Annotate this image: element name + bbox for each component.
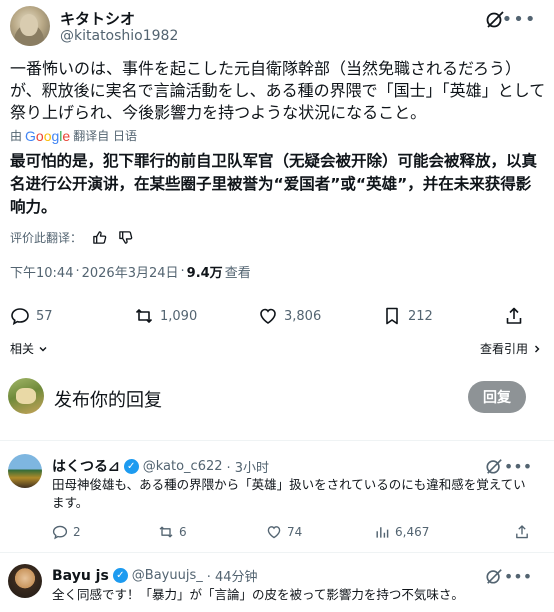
reply-text: 田母神俊雄も、ある種の界隈から「英雄」扱いをされているのにも違和感を覚えています… (52, 477, 526, 510)
reply-reply-action[interactable]: 2 (52, 524, 81, 540)
reply-actions: 2 6 74 6,467 (52, 524, 532, 544)
reply-retweet-action[interactable]: 6 (158, 524, 187, 540)
retweet-icon (135, 309, 153, 323)
reply-author-handle[interactable]: @kato_c622 (143, 459, 223, 474)
reply-author-handle[interactable]: @Bayuujs_ (132, 568, 203, 583)
reply-icon (52, 525, 68, 540)
reply-reply-count: 2 (73, 525, 81, 539)
retweet-icon (159, 526, 173, 538)
bookmark-action[interactable]: 212 (382, 306, 433, 326)
thumbs-down-icon[interactable] (116, 228, 134, 246)
reply-avatar[interactable] (8, 454, 42, 488)
heart-icon (260, 308, 276, 324)
bookmark-icon (386, 307, 398, 325)
author-name[interactable]: キタトシオ (60, 8, 135, 29)
reply-header: はくつる⊿ ✓ @kato_c622 · 3小时 (52, 456, 269, 476)
share-icon (506, 307, 522, 324)
heart-icon (267, 526, 281, 539)
reply-submit-button[interactable]: 回复 (468, 381, 526, 413)
reply-like-count: 74 (287, 525, 303, 539)
reply-count: 57 (36, 308, 53, 324)
verified-badge-icon: ✓ (123, 458, 139, 474)
google-logo-icon: Google (25, 127, 71, 144)
tweet-meta: 下午10:44 · 2026年3月24日 · 9.4万 查看 (10, 262, 251, 281)
translated-by: 由 Google 翻译自 日语 (10, 127, 137, 144)
reply-text: 全く同感です！「暴力」が「言論」の皮を被って影響力を持つ不気味さ。 (52, 587, 464, 602)
verified-badge-icon: ✓ (112, 568, 128, 583)
related-toggle[interactable]: 相关 (10, 340, 48, 357)
reply-author-name[interactable]: はくつる⊿ (52, 456, 120, 476)
retweet-action[interactable]: 1,090 (134, 306, 197, 326)
reply-retweet-count: 6 (179, 525, 187, 539)
rate-translation: 评价此翻译： (10, 228, 134, 246)
share-icon (516, 525, 528, 539)
grok-icon[interactable] (484, 456, 504, 476)
reply-action[interactable]: 57 (10, 306, 53, 326)
reply-share-action[interactable] (514, 524, 530, 540)
tweet-translation-text: 最可怕的是，犯下罪行的前自卫队军官（无疑会被开除）可能会被释放，以真名进行公开演… (10, 152, 538, 216)
current-user-avatar[interactable] (8, 378, 44, 414)
more-icon[interactable]: ••• (504, 456, 532, 476)
rate-translation-label: 评价此翻译： (10, 230, 83, 245)
view-quotes-label: 查看引用 (479, 342, 528, 356)
chevron-right-icon (535, 345, 540, 352)
reply-header: Bayu js ✓ @Bayuujs_ · 44分钟 (52, 566, 258, 586)
reply-icon (11, 308, 29, 326)
author-avatar[interactable] (10, 6, 50, 46)
reply-input[interactable]: 发布你的回复 (54, 386, 162, 412)
translated-by-suffix: 翻译自 日语 (73, 129, 138, 143)
reply-author-name[interactable]: Bayu js (52, 568, 109, 584)
share-action[interactable] (504, 306, 524, 326)
view-quotes-link[interactable]: 查看引用 (480, 340, 542, 357)
tweet-actions: 57 1,090 3,806 212 (0, 306, 554, 334)
reply-views-count: 6,467 (395, 525, 430, 539)
reply-views-action[interactable]: 6,467 (374, 524, 429, 540)
reply-composer: 发布你的回复 回复 (0, 378, 554, 422)
reply-time[interactable]: · 44分钟 (207, 566, 258, 585)
bookmark-count: 212 (408, 308, 433, 324)
thumbs-up-icon[interactable] (90, 228, 108, 246)
tweet-time[interactable]: 下午10:44 (10, 262, 73, 281)
related-label: 相关 (10, 342, 35, 356)
author-handle[interactable]: @kitatoshio1982 (60, 28, 178, 44)
tweet-views-count: 9.4万 (186, 266, 223, 281)
reply-like-action[interactable]: 74 (266, 524, 302, 540)
views-chart-icon (376, 527, 389, 538)
divider (0, 440, 554, 441)
like-count: 3,806 (284, 308, 322, 324)
chevron-down-icon (39, 346, 47, 351)
tweet-original-text: 一番怖いのは、事件を起こした元自衛隊幹部（当然免職されるだろう）が、釈放後に実名… (10, 59, 546, 122)
more-icon[interactable]: ••• (504, 566, 532, 586)
grok-icon[interactable] (484, 566, 504, 586)
retweet-count: 1,090 (160, 308, 198, 324)
like-action[interactable]: 3,806 (258, 306, 321, 326)
reply-time[interactable]: · 3小时 (227, 457, 270, 476)
divider (0, 552, 554, 553)
reply-avatar[interactable] (8, 564, 42, 598)
tweet-date[interactable]: 2026年3月24日 (82, 262, 179, 281)
more-icon[interactable]: ••• (502, 8, 536, 30)
translated-by-prefix: 由 (10, 129, 23, 143)
tweet-views-label: 查看 (224, 266, 251, 281)
